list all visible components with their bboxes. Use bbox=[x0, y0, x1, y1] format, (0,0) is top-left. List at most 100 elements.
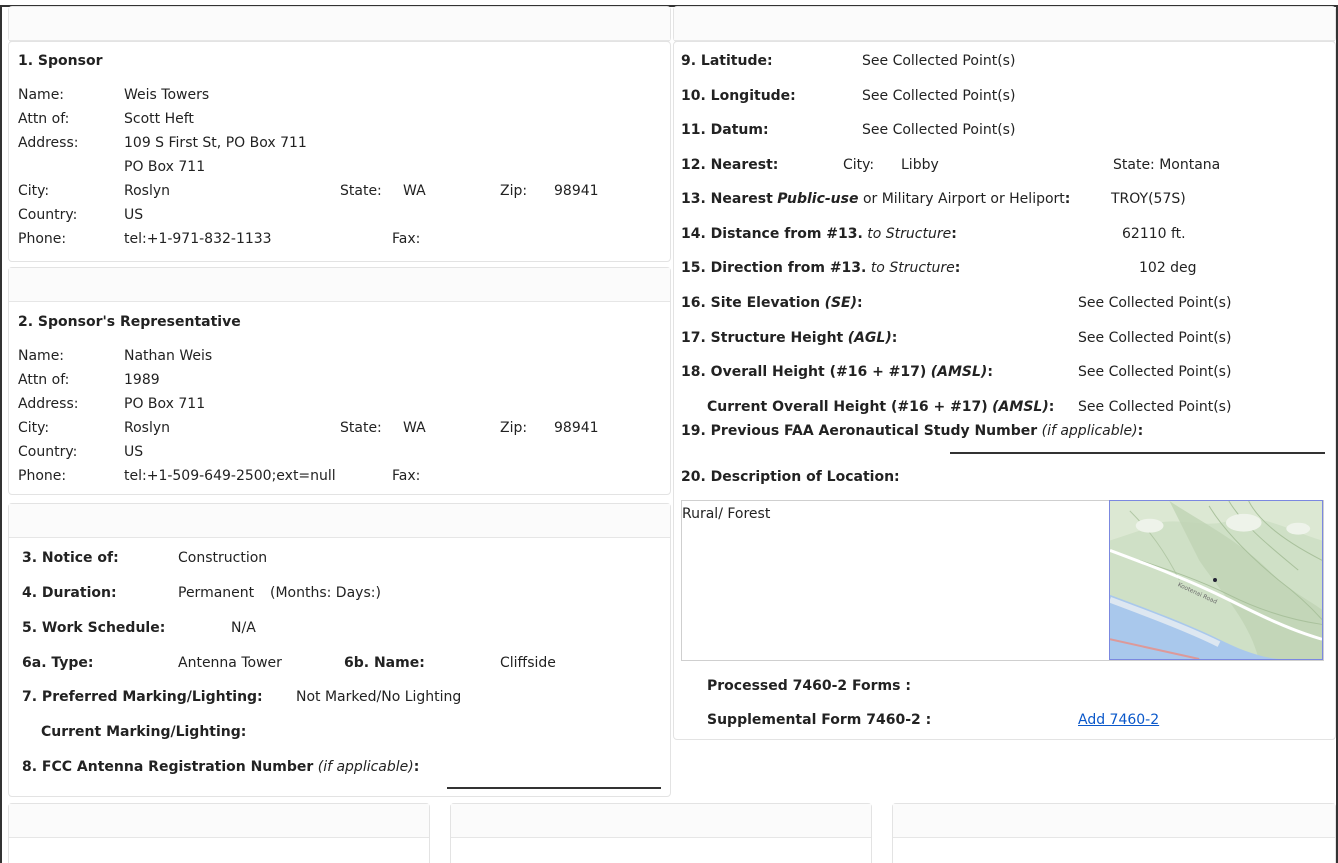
distance-label-text: 14. Distance from #13. bbox=[681, 226, 863, 242]
rep-name-value: Nathan Weis bbox=[124, 348, 213, 364]
structure-height-hint: (AGL) bbox=[847, 330, 892, 346]
fcc-label-colon: : bbox=[413, 759, 420, 775]
nearest-city-label: City: bbox=[843, 157, 875, 173]
current-overall-height-value: See Collected Point(s) bbox=[1078, 399, 1232, 415]
description-label: 20. Description of Location: bbox=[681, 469, 900, 485]
latitude-label: 9. Latitude: bbox=[681, 53, 773, 69]
description-value: Rural/ Forest bbox=[682, 506, 771, 522]
structure-name-label: 6b. Name: bbox=[344, 655, 425, 671]
previous-study-colon: : bbox=[1137, 423, 1144, 439]
site-elevation-colon: : bbox=[857, 295, 863, 311]
latitude-value: See Collected Point(s) bbox=[862, 53, 1016, 69]
duration-extra: (Months: Days:) bbox=[270, 585, 381, 601]
rep-phone-value: tel:+1-509-649-2500;ext=null bbox=[124, 468, 336, 484]
sponsor-name-label: Name: bbox=[18, 87, 65, 103]
map-icon: Kootenai Road bbox=[1110, 501, 1322, 659]
sponsor-zip-label: Zip: bbox=[500, 183, 528, 199]
representative-heading: 2. Sponsor's Representative bbox=[18, 314, 241, 330]
rep-name-label: Name: bbox=[18, 348, 65, 364]
nearest-airport-colon: : bbox=[1064, 191, 1071, 207]
sponsor-fax-label: Fax: bbox=[392, 231, 421, 247]
previous-study-label: 19. Previous FAA Aeronautical Study Numb… bbox=[681, 422, 1143, 440]
rep-state-value: WA bbox=[403, 420, 426, 436]
longitude-value: See Collected Point(s) bbox=[862, 88, 1016, 104]
rep-state-label: State: bbox=[340, 420, 382, 436]
longitude-label: 10. Longitude: bbox=[681, 88, 796, 104]
distance-value: 62110 ft. bbox=[1122, 226, 1186, 242]
nearest-airport-label-c: or Military Airport or Heliport bbox=[862, 191, 1065, 207]
location-map[interactable]: Kootenai Road bbox=[1109, 500, 1323, 660]
sponsor-country-value: US bbox=[124, 207, 144, 223]
distance-label-hint: to Structure bbox=[867, 226, 952, 242]
previous-study-text: 19. Previous FAA Aeronautical Study Numb… bbox=[681, 423, 1038, 439]
current-overall-height-label: Current Overall Height (#16 + #17) (AMSL… bbox=[707, 398, 1054, 416]
rep-zip-value: 98941 bbox=[554, 420, 599, 436]
structure-height-value: See Collected Point(s) bbox=[1078, 330, 1232, 346]
duration-value: Permanent bbox=[178, 585, 255, 601]
current-marking-label: Current Marking/Lighting: bbox=[41, 724, 247, 740]
notice-panel bbox=[8, 503, 671, 797]
rep-city-label: City: bbox=[18, 420, 50, 436]
bottom-center-panel bbox=[450, 803, 872, 863]
overall-height-hint: (AMSL) bbox=[930, 364, 988, 380]
datum-label: 11. Datum: bbox=[681, 122, 769, 138]
rep-phone-label: Phone: bbox=[18, 468, 67, 484]
nearest-airport-label-b: Public-use bbox=[777, 191, 859, 207]
fcc-registration-line bbox=[447, 787, 661, 789]
notice-of-label: 3. Notice of: bbox=[22, 550, 119, 566]
notice-of-value: Construction bbox=[178, 550, 268, 566]
nearest-label: 12. Nearest: bbox=[681, 157, 779, 173]
nearest-city-value: Libby bbox=[901, 157, 939, 173]
current-overall-height-colon: : bbox=[1048, 399, 1055, 415]
distance-label-colon: : bbox=[951, 226, 957, 242]
add-7460-2-link[interactable]: Add 7460-2 bbox=[1078, 711, 1159, 729]
site-elevation-value: See Collected Point(s) bbox=[1078, 295, 1232, 311]
rep-country-label: Country: bbox=[18, 444, 78, 460]
overall-height-text: 18. Overall Height (#16 + #17) bbox=[681, 364, 927, 380]
overall-height-label: 18. Overall Height (#16 + #17) (AMSL): bbox=[681, 363, 993, 381]
sponsor-zip-value: 98941 bbox=[554, 183, 599, 199]
sponsor-address-line1: 109 S First St, PO Box 711 bbox=[124, 135, 307, 151]
structure-height-colon: : bbox=[891, 330, 898, 346]
sponsor-country-label: Country: bbox=[18, 207, 78, 223]
datum-value: See Collected Point(s) bbox=[862, 122, 1016, 138]
rep-zip-label: Zip: bbox=[500, 420, 528, 436]
site-elevation-label: 16. Site Elevation (SE): bbox=[681, 294, 863, 312]
type-label: 6a. Type: bbox=[22, 655, 94, 671]
top-right-header-panel bbox=[673, 6, 1336, 42]
distance-label: 14. Distance from #13. to Structure: bbox=[681, 225, 957, 243]
direction-label: 15. Direction from #13. to Structure: bbox=[681, 259, 960, 277]
sponsor-phone-label: Phone: bbox=[18, 231, 67, 247]
duration-label: 4. Duration: bbox=[22, 585, 117, 601]
current-overall-height-hint: (AMSL) bbox=[992, 399, 1049, 415]
direction-label-text: 15. Direction from #13. bbox=[681, 260, 867, 276]
fcc-registration-label: 8. FCC Antenna Registration Number (if a… bbox=[22, 758, 419, 776]
work-schedule-label: 5. Work Schedule: bbox=[22, 620, 166, 636]
work-schedule-value: N/A bbox=[231, 620, 256, 636]
sponsor-city-value: Roslyn bbox=[124, 183, 171, 199]
sponsor-city-label: City: bbox=[18, 183, 50, 199]
sponsor-phone-value: tel:+1-971-832-1133 bbox=[124, 231, 272, 247]
nearest-airport-label-a: 13. Nearest bbox=[681, 191, 773, 207]
rep-address-value: PO Box 711 bbox=[124, 396, 206, 412]
sponsor-name-value: Weis Towers bbox=[124, 87, 210, 103]
sponsor-attn-value: Scott Heft bbox=[124, 111, 194, 127]
rep-attn-value: 1989 bbox=[124, 372, 160, 388]
type-value: Antenna Tower bbox=[178, 655, 282, 671]
bottom-left-panel bbox=[8, 803, 430, 863]
overall-height-value: See Collected Point(s) bbox=[1078, 364, 1232, 380]
fcc-label-text: 8. FCC Antenna Registration Number bbox=[22, 759, 314, 775]
fcc-label-hint: (if applicable) bbox=[317, 759, 414, 775]
structure-height-text: 17. Structure Height bbox=[681, 330, 844, 346]
structure-name-value: Cliffside bbox=[500, 655, 556, 671]
current-overall-height-text: Current Overall Height (#16 + #17) bbox=[707, 399, 988, 415]
sponsor-address-line2: PO Box 711 bbox=[124, 159, 206, 175]
structure-height-label: 17. Structure Height (AGL): bbox=[681, 329, 897, 347]
direction-label-colon: : bbox=[954, 260, 961, 276]
nearest-state: State: Montana bbox=[1113, 157, 1221, 173]
direction-label-hint: to Structure bbox=[870, 260, 955, 276]
top-left-header-panel bbox=[8, 6, 671, 42]
direction-value: 102 deg bbox=[1139, 260, 1197, 276]
previous-study-line bbox=[950, 452, 1325, 454]
previous-study-hint: (if applicable) bbox=[1041, 423, 1138, 439]
